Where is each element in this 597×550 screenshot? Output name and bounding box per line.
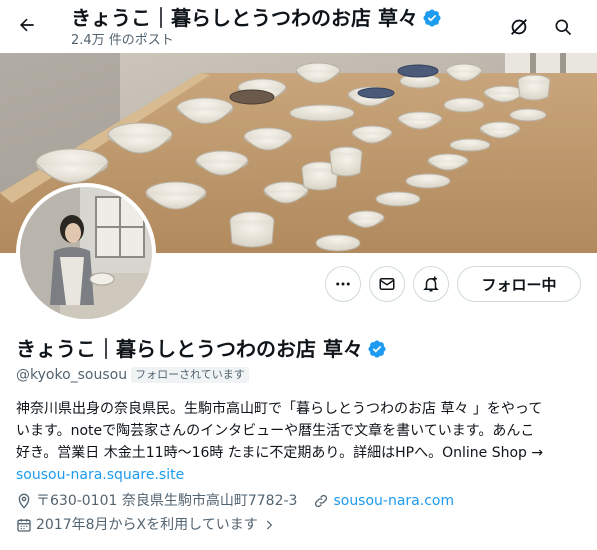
follows-you-badge: フォローされています: [131, 367, 249, 383]
notifications-button[interactable]: [413, 266, 449, 302]
verified-badge-icon: [423, 9, 441, 27]
bio-line: 神奈川県出身の奈良県民。生駒市高山町で「暮らしとうつわのお店 草々 」をやって: [16, 401, 543, 417]
message-button[interactable]: [369, 266, 405, 302]
verified-badge-icon[interactable]: [367, 339, 387, 359]
bio-line: います。noteで陶芸家さんのインタビューや暦生活で文章を書いています。あんこ: [16, 423, 535, 439]
more-horizontal-icon: [336, 282, 350, 286]
profile-name: きょうこ｜暮らしとうつわのお店 草々: [16, 337, 363, 361]
header-title-row: きょうこ｜暮らしとうつわのお店 草々: [71, 5, 442, 31]
profile-website-link[interactable]: sousou-nara.com: [333, 490, 454, 512]
bio-shop-link[interactable]: sousou-nara.square.site: [16, 464, 586, 486]
post-count: 2.4万 件のポスト: [71, 33, 174, 48]
profile-header-bar: きょうこ｜暮らしとうつわのお店 草々 2.4万 件のポスト: [0, 0, 597, 53]
header-title-block: きょうこ｜暮らしとうつわのお店 草々 2.4万 件のポスト: [71, 5, 442, 50]
grok-button[interactable]: [502, 10, 536, 44]
profile-joined-row[interactable]: 2017年8月からXを利用しています: [16, 514, 280, 536]
search-button[interactable]: [546, 10, 580, 44]
following-button[interactable]: フォロー中: [457, 266, 581, 302]
envelope-icon: [379, 278, 395, 290]
location-pin-icon: [16, 493, 32, 509]
more-options-button[interactable]: [325, 266, 361, 302]
arrow-left-icon: [20, 18, 34, 32]
profile-handle-row: @kyoko_sousou フォローされています: [16, 365, 249, 385]
profile-location: 〒630-0101 奈良県生駒市高山町7782-3: [36, 493, 298, 509]
profile-meta-row: 〒630-0101 奈良県生駒市高山町7782-3 sousou-nara.co…: [16, 490, 454, 512]
bell-plus-icon: [423, 276, 439, 292]
link-icon: [313, 493, 329, 509]
profile-handle: @kyoko_sousou: [16, 367, 128, 383]
search-icon: [555, 19, 572, 36]
profile-joined-date: 2017年8月からXを利用しています: [36, 517, 258, 533]
calendar-icon: [16, 517, 32, 533]
profile-avatar[interactable]: [16, 183, 156, 323]
profile-name-row: きょうこ｜暮らしとうつわのお店 草々: [16, 336, 387, 362]
back-button[interactable]: [10, 8, 44, 42]
chevron-right-icon: [262, 518, 276, 532]
profile-bio: 神奈川県出身の奈良県民。生駒市高山町で「暮らしとうつわのお店 草々 」をやって …: [16, 398, 586, 486]
header-title: きょうこ｜暮らしとうつわのお店 草々: [71, 6, 418, 30]
bio-line: 好き。営業日 木金土11時〜16時 たまに不定期あり。詳細はHPへ。Online…: [16, 445, 544, 461]
grok-slash-circle-icon: [511, 19, 527, 35]
avatar-photo: [20, 187, 152, 319]
